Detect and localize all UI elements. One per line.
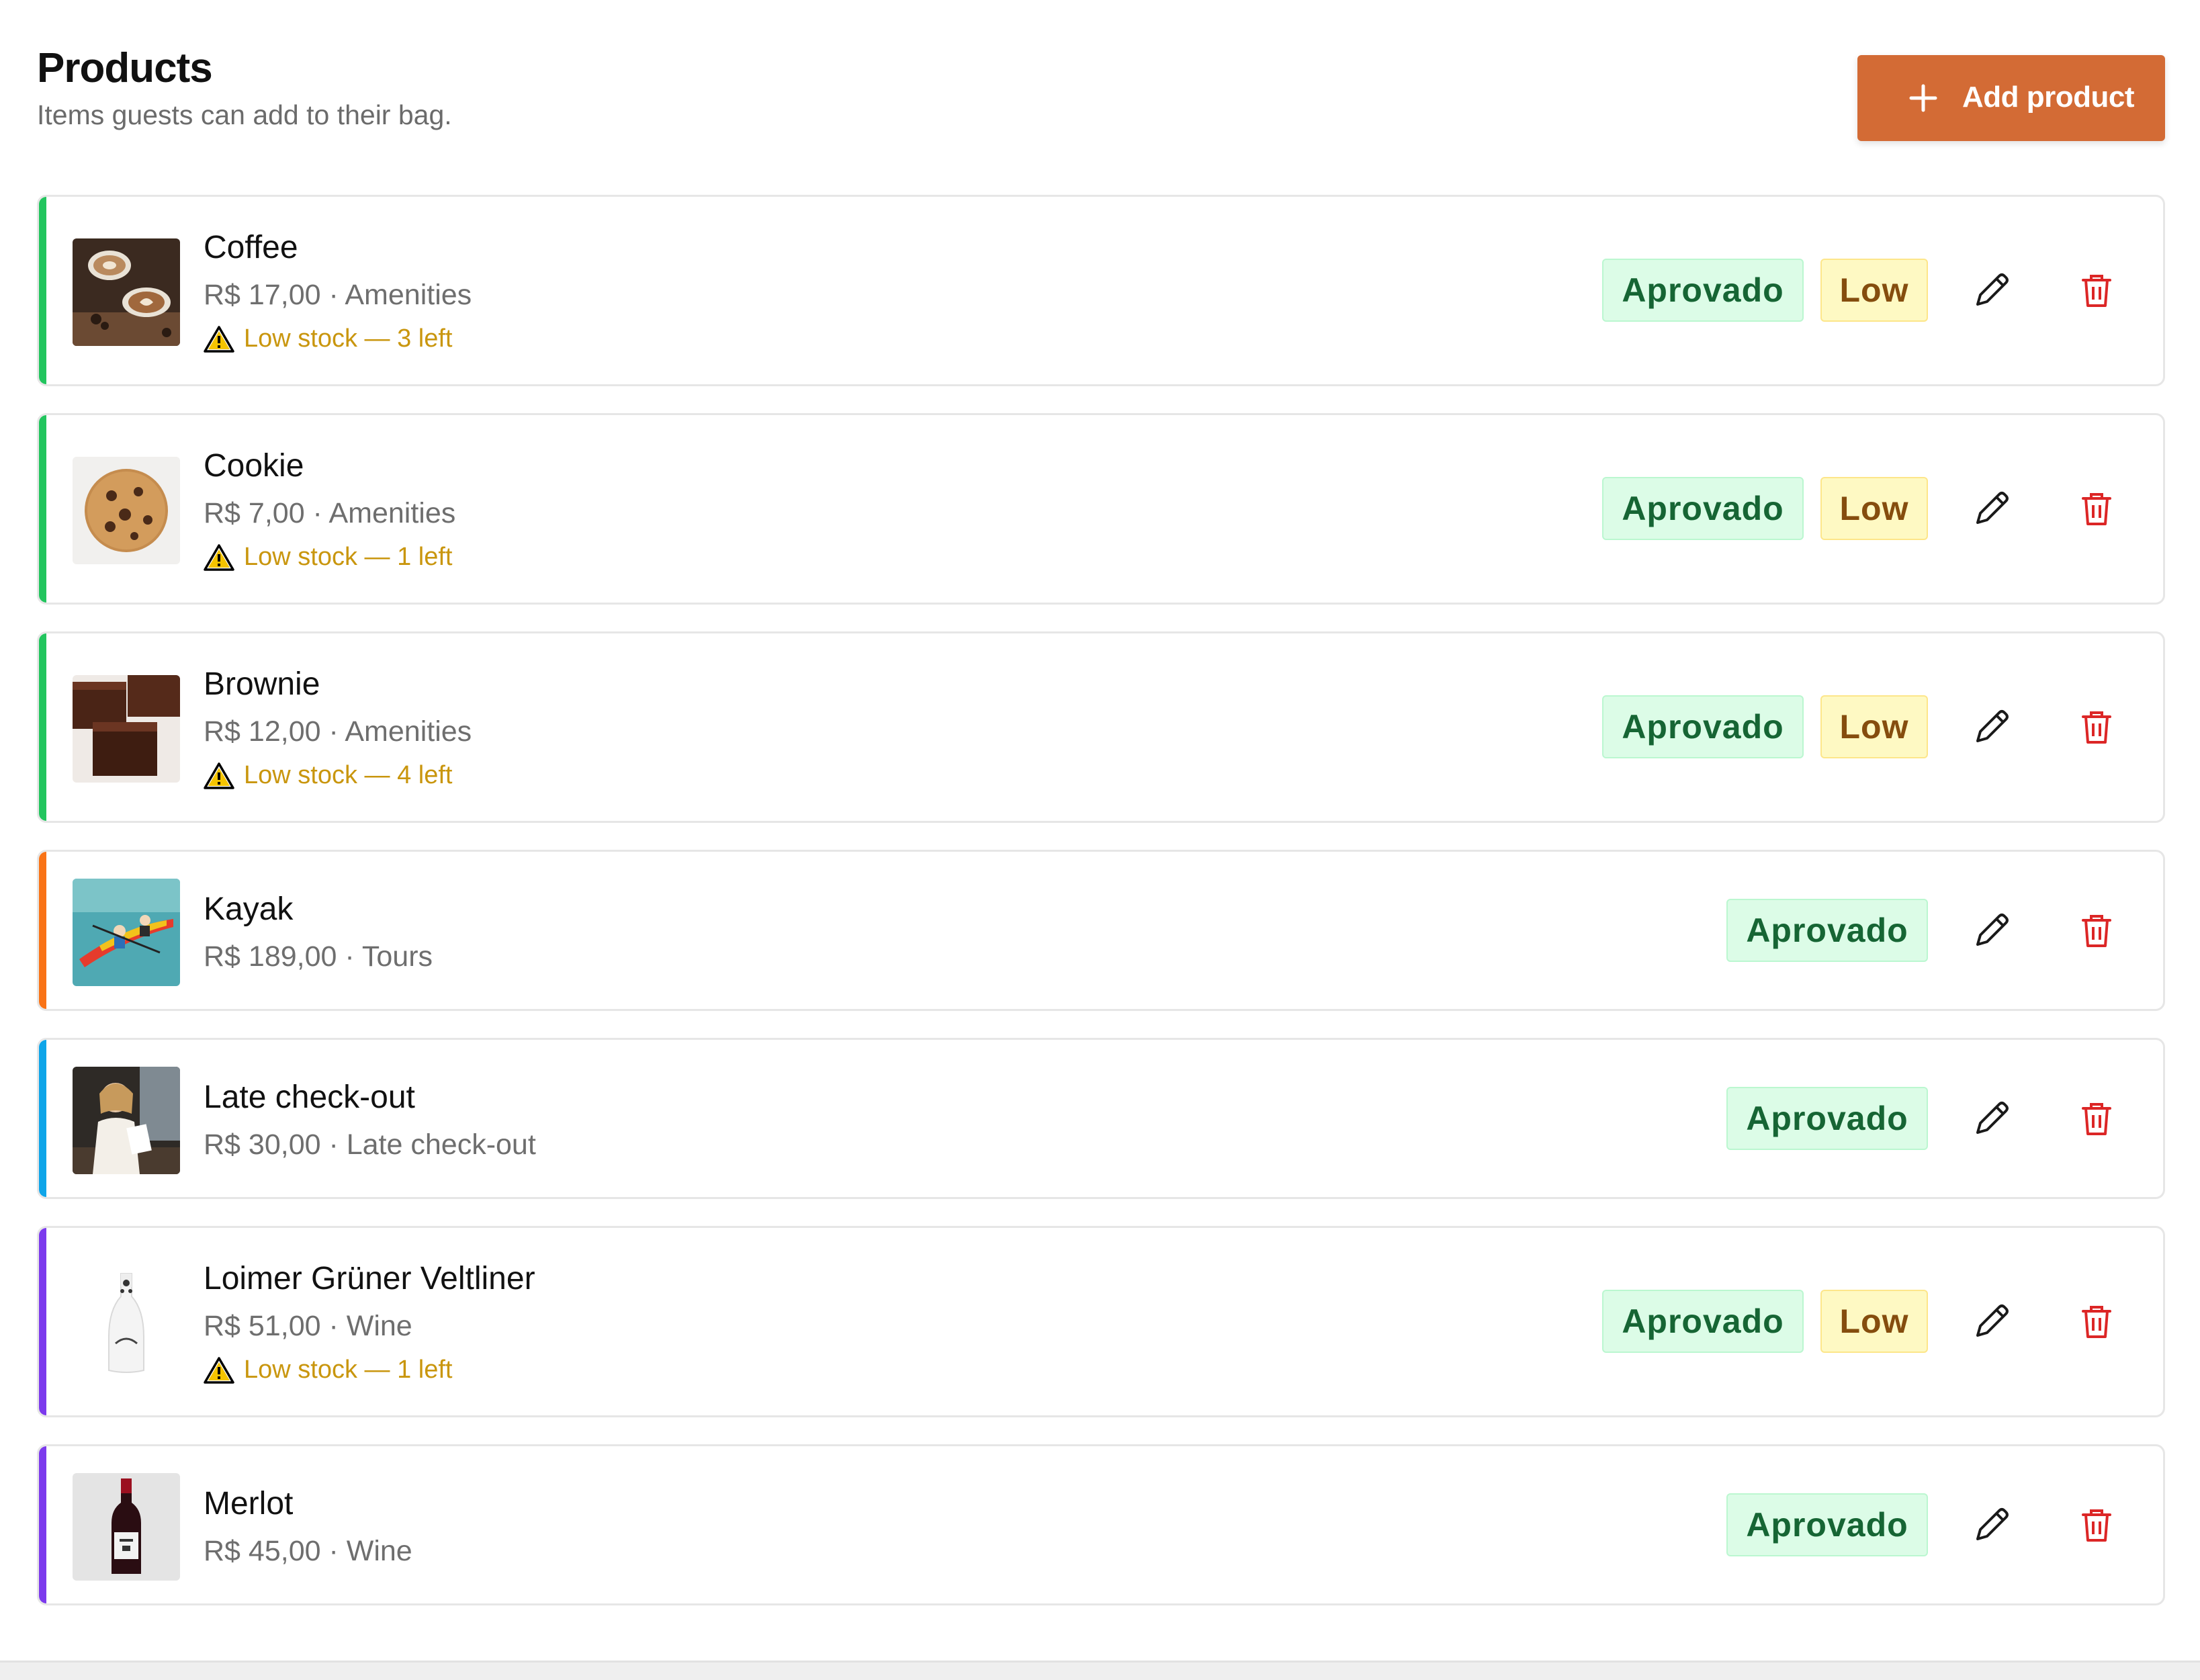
trash-icon <box>2082 1103 2111 1135</box>
delete-button[interactable] <box>2073 1501 2120 1548</box>
product-meta: R$ 189,00 · Tours <box>204 940 433 973</box>
page-header: Products Items guests can add to their b… <box>0 0 2200 161</box>
low-stock-warning: Low stock — 4 left <box>204 761 452 790</box>
category-accent-bar <box>39 852 46 1009</box>
delete-button[interactable] <box>2073 485 2120 532</box>
trash-icon <box>2082 493 2111 525</box>
edit-button[interactable] <box>1968 267 2015 314</box>
category-accent-bar <box>39 1040 46 1197</box>
coffee-image <box>73 238 180 346</box>
brownie-image <box>73 675 180 783</box>
trash-icon <box>2082 915 2111 947</box>
edit-button[interactable] <box>1968 485 2015 532</box>
plus-icon <box>1909 84 1937 112</box>
delete-button[interactable] <box>2073 267 2120 314</box>
category-accent-bar <box>39 633 46 821</box>
pencil-icon <box>1976 1102 2009 1134</box>
category-accent-bar <box>39 1228 46 1415</box>
low-stock-text: Low stock — 3 left <box>244 324 453 353</box>
product-card-coffee[interactable]: Coffee R$ 17,00 · Amenities Low stock — … <box>37 195 2165 386</box>
low-stock-warning: Low stock — 1 left <box>204 1356 452 1384</box>
delete-button[interactable] <box>2073 703 2120 750</box>
product-meta: R$ 51,00 · Wine <box>204 1310 412 1342</box>
trash-icon <box>2082 1306 2111 1338</box>
edit-button[interactable] <box>1968 1501 2015 1548</box>
status-badge: Aprovado <box>1602 259 1804 322</box>
product-meta: R$ 7,00 · Amenities <box>204 497 456 529</box>
low-stock-warning: Low stock — 1 left <box>204 543 452 572</box>
pencil-icon <box>1976 273 2009 306</box>
product-card-cookie[interactable]: Cookie R$ 7,00 · Amenities Low stock — 1… <box>37 413 2165 605</box>
product-meta: R$ 45,00 · Wine <box>204 1535 412 1567</box>
low-stock-text: Low stock — 1 left <box>244 543 453 571</box>
category-accent-bar <box>39 1446 46 1603</box>
low-stock-warning: Low stock — 3 left <box>204 324 452 353</box>
red-wine-bottle-image <box>73 1473 180 1581</box>
product-meta: R$ 17,00 · Amenities <box>204 279 472 311</box>
low-stock-text: Low stock — 1 left <box>244 1356 453 1384</box>
product-card-brownie[interactable]: Brownie R$ 12,00 · Amenities Low stock —… <box>37 631 2165 823</box>
category-accent-bar <box>39 197 46 384</box>
page-subtitle: Items guests can add to their bag. <box>37 99 452 130</box>
stock-badge: Low <box>1820 259 1928 322</box>
pencil-icon <box>1976 914 2009 946</box>
page-title: Products <box>37 45 213 91</box>
category-accent-bar <box>39 415 46 603</box>
product-card-kayak[interactable]: Kayak R$ 189,00 · Tours Aprovado <box>37 850 2165 1011</box>
pencil-icon <box>1976 1305 2009 1337</box>
kayak-image <box>73 879 180 986</box>
product-name: Merlot <box>204 1486 294 1521</box>
status-badge: Aprovado <box>1602 477 1804 540</box>
stock-badge: Low <box>1820 477 1928 540</box>
warning-triangle-icon <box>204 325 234 353</box>
product-card-merlot[interactable]: Merlot R$ 45,00 · Wine Aprovado <box>37 1444 2165 1605</box>
product-name: Brownie <box>204 666 320 702</box>
warning-triangle-icon <box>204 762 234 789</box>
warning-triangle-icon <box>204 1356 234 1384</box>
edit-button[interactable] <box>1968 907 2015 954</box>
edit-button[interactable] <box>1968 1298 2015 1345</box>
bottom-scroll-edge <box>0 1661 2200 1680</box>
cookie-image <box>73 457 180 564</box>
product-card-late-checkout[interactable]: Late check-out R$ 30,00 · Late check-out… <box>37 1038 2165 1199</box>
trash-icon <box>2082 711 2111 744</box>
pencil-icon <box>1976 1508 2009 1540</box>
status-badge: Aprovado <box>1726 1493 1928 1556</box>
stock-badge: Low <box>1820 1290 1928 1353</box>
pencil-icon <box>1976 492 2009 524</box>
status-badge: Aprovado <box>1602 695 1804 758</box>
product-name: Coffee <box>204 230 298 265</box>
trash-icon <box>2082 275 2111 307</box>
product-name: Loimer Grüner Veltliner <box>204 1261 535 1296</box>
product-meta: R$ 12,00 · Amenities <box>204 715 472 748</box>
stock-badge: Low <box>1820 695 1928 758</box>
edit-button[interactable] <box>1968 1095 2015 1142</box>
status-badge: Aprovado <box>1726 1087 1928 1150</box>
product-name: Kayak <box>204 891 294 927</box>
edit-button[interactable] <box>1968 703 2015 750</box>
delete-button[interactable] <box>2073 1298 2120 1345</box>
product-meta: R$ 30,00 · Late check-out <box>204 1129 536 1161</box>
trash-icon <box>2082 1509 2111 1542</box>
product-name: Late check-out <box>204 1079 415 1115</box>
add-product-button[interactable]: Add product <box>1857 55 2165 141</box>
status-badge: Aprovado <box>1602 1290 1804 1353</box>
status-badge: Aprovado <box>1726 899 1928 962</box>
white-wine-bottle-image <box>73 1270 180 1377</box>
pencil-icon <box>1976 710 2009 742</box>
late-checkout-image <box>73 1067 180 1174</box>
product-card-loimer-gruner-veltliner[interactable]: Loimer Grüner Veltliner R$ 51,00 · Wine … <box>37 1226 2165 1417</box>
low-stock-text: Low stock — 4 left <box>244 761 453 789</box>
add-product-label: Add product <box>1962 81 2135 114</box>
delete-button[interactable] <box>2073 1095 2120 1142</box>
product-name: Cookie <box>204 448 304 484</box>
delete-button[interactable] <box>2073 907 2120 954</box>
warning-triangle-icon <box>204 543 234 571</box>
